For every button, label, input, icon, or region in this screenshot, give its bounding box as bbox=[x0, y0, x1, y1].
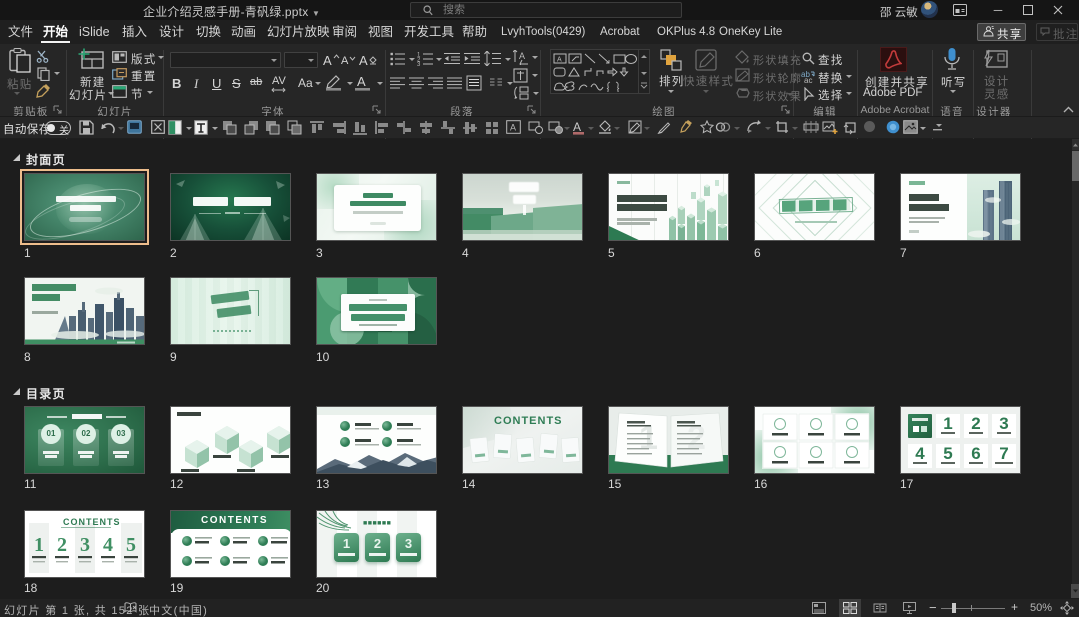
svg-text:2: 2 bbox=[57, 534, 67, 556]
svg-text:4: 4 bbox=[915, 444, 925, 463]
svg-text:3: 3 bbox=[999, 414, 1008, 433]
svg-text:1: 1 bbox=[943, 414, 952, 433]
svg-text:3: 3 bbox=[80, 534, 90, 556]
svg-text:CONTENTS: CONTENTS bbox=[63, 517, 121, 527]
svg-text:1: 1 bbox=[34, 534, 44, 556]
svg-text:A: A bbox=[510, 123, 516, 133]
svg-text:ac: ac bbox=[804, 76, 812, 83]
svg-text:4: 4 bbox=[103, 534, 113, 556]
svg-text:■■■■■■: ■■■■■■ bbox=[363, 520, 391, 527]
svg-text:5: 5 bbox=[126, 534, 136, 556]
svg-text:A: A bbox=[519, 51, 525, 61]
svg-text:5: 5 bbox=[943, 444, 952, 463]
svg-text:2: 2 bbox=[971, 414, 980, 433]
svg-text:3: 3 bbox=[417, 62, 421, 66]
svg-text:A: A bbox=[557, 57, 562, 64]
svg-text:6: 6 bbox=[971, 444, 980, 463]
svg-text:7: 7 bbox=[999, 444, 1008, 463]
